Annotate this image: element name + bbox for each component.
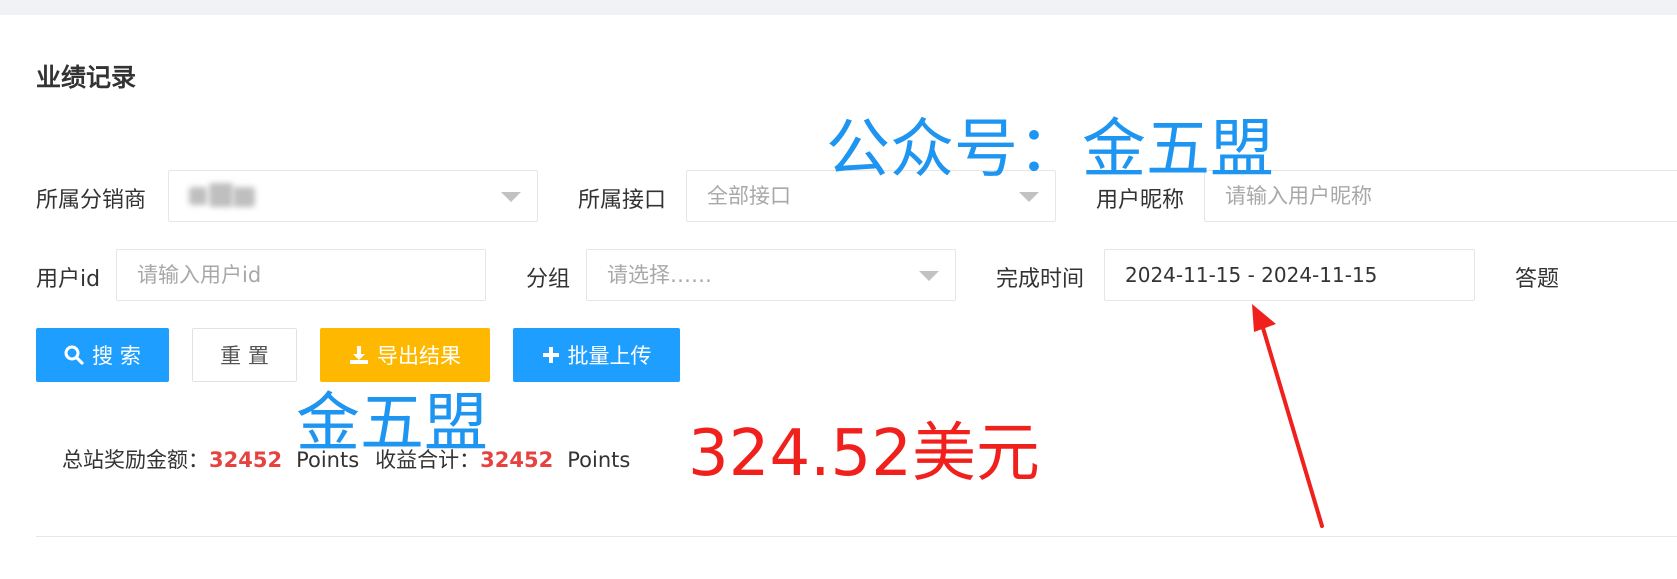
search-button[interactable]: 搜 索 [36,328,169,382]
income-value: 32452 [480,448,554,472]
distributor-select[interactable] [168,170,538,222]
watermark-mid: 金五盟 [296,387,488,461]
chevron-down-icon [919,271,939,281]
user-id-input[interactable]: 请输入用户id [116,249,486,301]
search-icon [64,345,84,365]
download-icon [350,346,368,364]
reset-button[interactable]: 重 置 [192,328,297,382]
reset-button-label: 重 置 [220,344,269,368]
user-id-placeholder: 请输入用户id [137,263,262,287]
finish-time-label: 完成时间 [996,267,1085,292]
usd-annotation: 324.52美元 [688,417,1040,491]
group-label: 分组 [526,267,571,292]
group-placeholder: 请选择…… [607,263,712,287]
red-arrow-annotation-icon [1252,304,1324,528]
export-button-label: 导出结果 [377,344,461,368]
reward-label: 总站奖励金额： [62,448,209,472]
income-unit: Points [567,448,631,472]
page-title: 业绩记录 [36,63,137,92]
distributor-label: 所属分销商 [36,188,147,213]
redacted-distributor-value [183,181,259,211]
group-select[interactable]: 请选择…… [586,249,956,301]
top-bar [0,0,1677,15]
watermark-top: 公众号：金五盟 [826,113,1274,187]
interface-label: 所属接口 [578,188,667,213]
export-button[interactable]: 导出结果 [320,328,490,382]
interface-placeholder: 全部接口 [707,184,791,208]
chevron-down-icon [1019,192,1039,202]
plus-icon [542,347,559,363]
divider [36,536,1677,537]
user-id-label: 用户id [36,267,101,292]
reward-value: 32452 [209,448,283,472]
batch-upload-button-label: 批量上传 [567,344,652,368]
search-button-label: 搜 索 [92,344,141,368]
answer-label-partial: 答题 [1515,267,1560,292]
chevron-down-icon [501,192,521,202]
batch-upload-button[interactable]: 批量上传 [513,328,680,382]
nickname-input[interactable]: 请输入用户昵称 [1204,170,1677,222]
